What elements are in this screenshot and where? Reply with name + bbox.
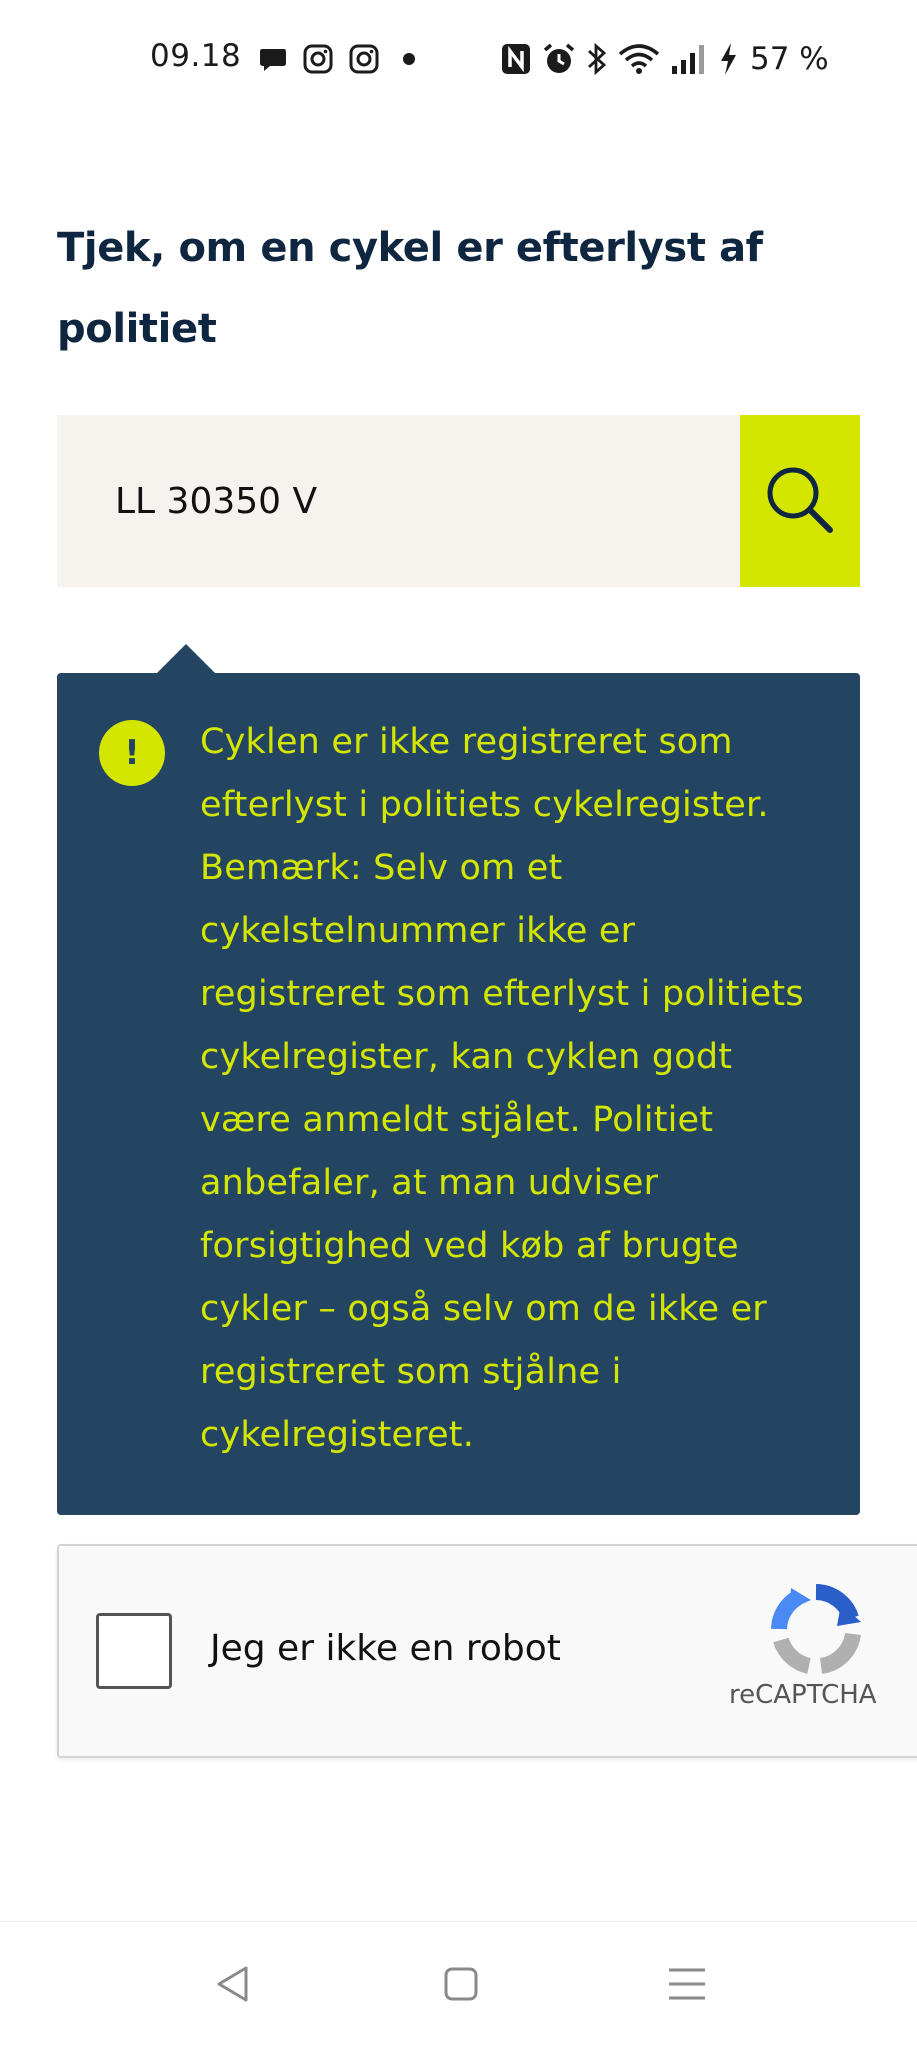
chat-bubble-icon — [258, 44, 288, 74]
exclamation-icon: ! — [99, 720, 165, 786]
result-pointer — [157, 644, 215, 673]
dot-icon — [394, 44, 424, 74]
recaptcha-logo-icon — [761, 1574, 871, 1684]
wifi-icon — [618, 42, 660, 76]
system-navigation-bar — [0, 1921, 917, 2049]
result-message: Cyklen er ikke registreret som efterlyst… — [200, 722, 804, 1455]
search-button[interactable] — [740, 415, 860, 587]
home-icon — [441, 1964, 481, 2008]
recents-menu-button[interactable] — [657, 1956, 717, 2016]
system-icons: 57 % — [500, 40, 829, 78]
charging-icon — [718, 42, 738, 76]
recaptcha-brand: reCAPTCHA — [729, 1680, 877, 1710]
bluetooth-icon — [586, 42, 608, 76]
status-time: 09.18 — [150, 38, 242, 74]
back-button[interactable] — [203, 1956, 263, 2016]
notification-icons — [258, 42, 424, 76]
nfc-icon — [500, 42, 532, 76]
instagram-icon — [348, 43, 380, 75]
not-a-robot-checkbox[interactable] — [96, 1613, 172, 1689]
alarm-icon — [542, 42, 576, 76]
frame-number-search-input[interactable] — [57, 415, 740, 587]
back-icon — [213, 1964, 253, 2008]
battery-percentage: 57 % — [750, 41, 829, 77]
exclamation-mark: ! — [124, 733, 140, 773]
signal-icon — [670, 42, 708, 76]
search-result-panel: ! Cyklen er ikke registreret som efterly… — [57, 673, 860, 1515]
recaptcha-widget: Jeg er ikke en robot reCAPTCHA — [57, 1544, 917, 1758]
instagram-icon — [302, 43, 334, 75]
search-icon — [760, 460, 840, 543]
page-title: Tjek, om en cykel er efterlyst af politi… — [57, 225, 763, 352]
search-form — [57, 415, 860, 587]
menu-icon — [666, 1964, 708, 2008]
status-bar: 09.18 57 % — [0, 0, 917, 118]
home-button[interactable] — [431, 1956, 491, 2016]
recaptcha-label: Jeg er ikke en robot — [210, 1628, 561, 1669]
